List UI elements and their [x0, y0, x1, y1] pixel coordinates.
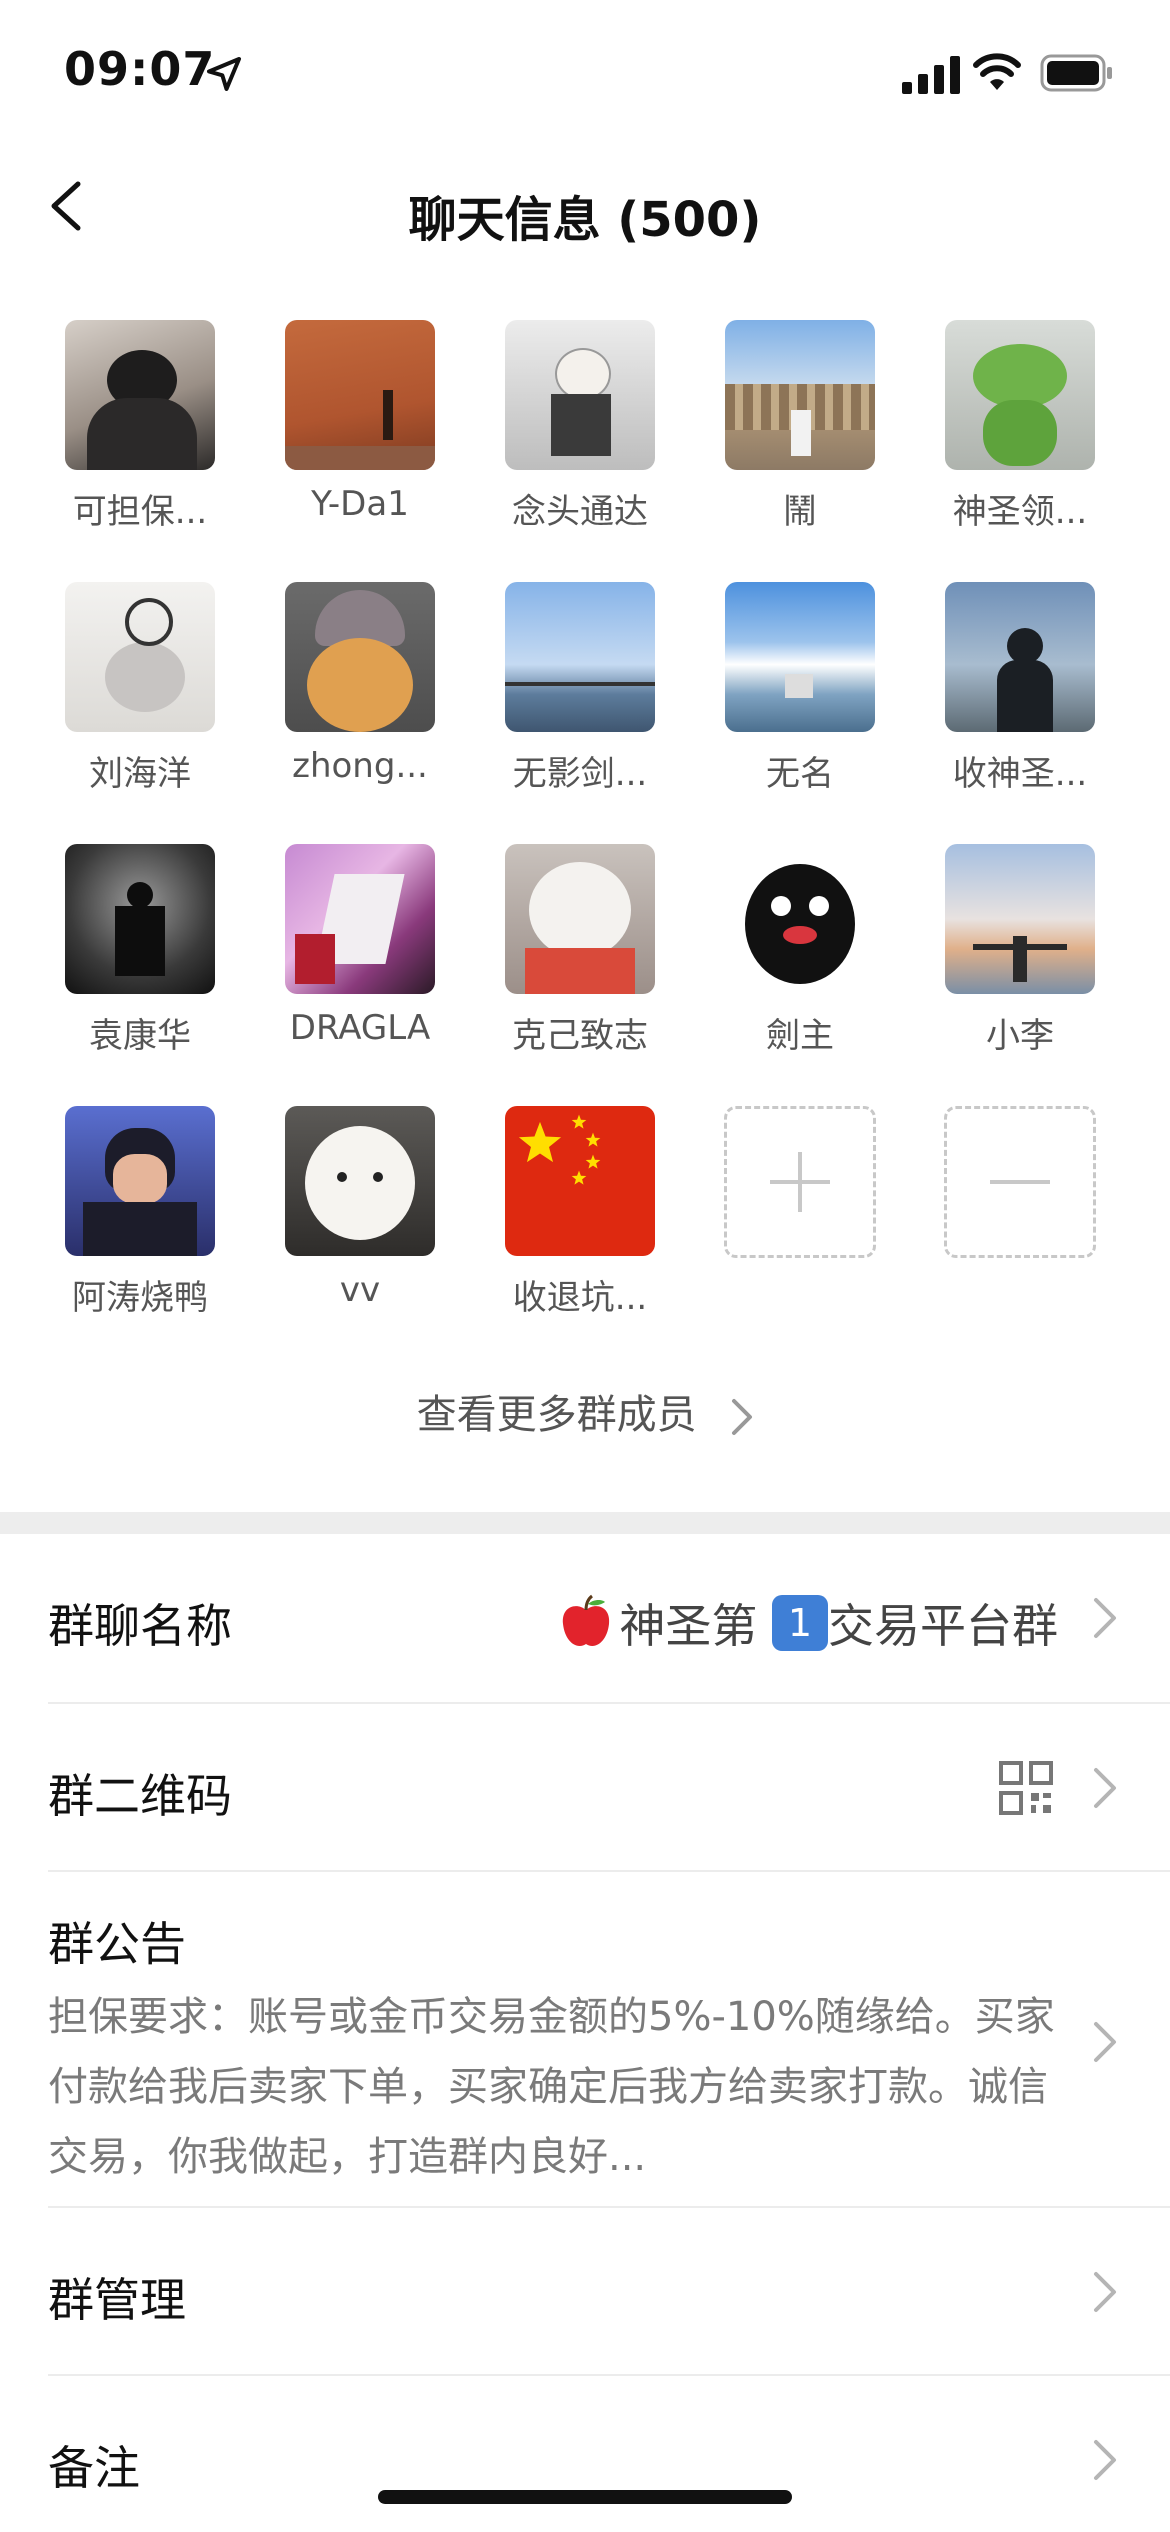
member-avatar [725, 844, 875, 994]
section-divider [0, 1512, 1170, 1534]
group-notice-label: 群公告 [48, 1917, 186, 1971]
member-name: 收神圣... [952, 754, 1088, 794]
cellular-signal-icon [902, 56, 960, 94]
view-more-members-link[interactable]: 查看更多群成员 [0, 1382, 1170, 1440]
apple-emoji-icon [563, 1594, 610, 1646]
qr-code-icon [999, 1761, 1053, 1815]
member-item[interactable]: 收神圣... [920, 582, 1120, 795]
star-icon [571, 1170, 587, 1185]
location-arrow-icon [207, 57, 241, 91]
member-avatar [505, 1106, 655, 1256]
star-icon [518, 1121, 562, 1163]
member-avatar [65, 582, 215, 732]
chevron-right-icon [1094, 2272, 1116, 2312]
member-item[interactable]: zhong... [260, 582, 460, 786]
member-name: 小李 [986, 1016, 1054, 1056]
member-name: vv [339, 1270, 381, 1310]
member-name: 刘海洋 [89, 754, 191, 794]
member-item[interactable]: 克己致志 [480, 844, 680, 1057]
member-item[interactable]: 鬧 [700, 320, 900, 533]
member-avatar [285, 320, 435, 470]
member-name: 念头通达 [512, 492, 648, 532]
member-item[interactable]: 劍主 [700, 844, 900, 1057]
member-item[interactable]: 袁康华 [40, 844, 240, 1057]
home-indicator[interactable] [378, 2490, 792, 2504]
member-avatar [65, 320, 215, 470]
group-qr-label: 群二维码 [48, 1769, 232, 1823]
member-avatar [945, 844, 1095, 994]
member-item[interactable]: 小李 [920, 844, 1120, 1057]
group-name-prefix: 神圣第 [619, 1599, 758, 1653]
view-more-label: 查看更多群成员 [416, 1392, 697, 1438]
plus-icon [770, 1152, 830, 1212]
member-avatar [505, 844, 655, 994]
member-avatar [505, 320, 655, 470]
remove-member-button[interactable] [920, 1106, 1120, 1258]
star-icon [585, 1132, 601, 1147]
member-avatar [285, 844, 435, 994]
group-qr-row[interactable]: 群二维码 [0, 1704, 1170, 1870]
group-name-row[interactable]: 群聊名称 神圣第 1 交易平台群 [0, 1534, 1170, 1702]
chevron-right-icon [732, 1399, 753, 1435]
remark-label: 备注 [48, 2441, 140, 2495]
minus-icon [990, 1180, 1050, 1184]
member-name: DRAGLA [289, 1008, 431, 1048]
member-avatar [65, 1106, 215, 1256]
status-bar: 09:07 [0, 0, 1170, 150]
member-avatar [65, 844, 215, 994]
member-item[interactable]: vv [260, 1106, 460, 1310]
member-item[interactable]: 可担保... [40, 320, 240, 533]
member-item[interactable]: 念头通达 [480, 320, 680, 533]
star-icon [571, 1114, 587, 1129]
member-name: 劍主 [766, 1016, 834, 1056]
member-name: 阿涛烧鸭 [72, 1278, 208, 1318]
member-name: 可担保... [72, 492, 208, 532]
group-name-label: 群聊名称 [48, 1599, 232, 1653]
group-manage-label: 群管理 [48, 2273, 186, 2327]
member-item[interactable]: 收退坑... [480, 1106, 680, 1319]
member-item[interactable]: 神圣领... [920, 320, 1120, 533]
battery-icon [1040, 54, 1112, 92]
nav-bar: 聊天信息 (500) [0, 150, 1170, 280]
chevron-right-icon [1094, 2440, 1116, 2480]
member-item[interactable]: Y-Da1 [260, 320, 460, 524]
chevron-right-icon [1094, 1768, 1116, 1808]
group-manage-row[interactable]: 群管理 [0, 2208, 1170, 2374]
group-name-value: 神圣第 1 交易平台群 [557, 1590, 1058, 1656]
member-name: 鬧 [783, 492, 817, 532]
member-item[interactable]: 无影剑... [480, 582, 680, 795]
add-member-button[interactable] [700, 1106, 900, 1258]
member-name: 克己致志 [512, 1016, 648, 1056]
wifi-icon [973, 53, 1021, 90]
member-avatar [285, 1106, 435, 1256]
group-notice-text: 担保要求：账号或金币交易金额的5%-10%随缘给。买家付款给我后卖家下单，买家确… [48, 1994, 1055, 2180]
member-name: zhong... [292, 746, 428, 786]
member-name: 无影剑... [512, 754, 648, 794]
member-avatar [725, 320, 875, 470]
chevron-right-icon [1094, 2022, 1116, 2062]
member-avatar [285, 582, 435, 732]
member-avatar [505, 582, 655, 732]
member-avatar [725, 582, 875, 732]
member-item[interactable]: 无名 [700, 582, 900, 795]
number-one-badge: 1 [772, 1595, 828, 1651]
member-avatar [945, 320, 1095, 470]
member-name: 袁康华 [89, 1016, 191, 1056]
status-time: 09:07 [64, 42, 216, 96]
chevron-right-icon [1094, 1598, 1116, 1638]
member-name: 神圣领... [952, 492, 1088, 532]
member-item[interactable]: 刘海洋 [40, 582, 240, 795]
group-notice-row[interactable]: 群公告 担保要求：账号或金币交易金额的5%-10%随缘给。买家付款给我后卖家下单… [0, 1872, 1170, 2206]
member-item[interactable]: 阿涛烧鸭 [40, 1106, 240, 1319]
member-name: 无名 [766, 754, 834, 794]
group-name-suffix: 交易平台群 [828, 1599, 1058, 1653]
member-name: 收退坑... [512, 1278, 648, 1318]
star-icon [585, 1154, 601, 1169]
page-title: 聊天信息 (500) [408, 192, 762, 248]
remark-row[interactable]: 备注 [0, 2376, 1170, 2532]
member-item[interactable]: DRAGLA [260, 844, 460, 1048]
member-avatar [945, 582, 1095, 732]
member-name: Y-Da1 [311, 484, 409, 524]
